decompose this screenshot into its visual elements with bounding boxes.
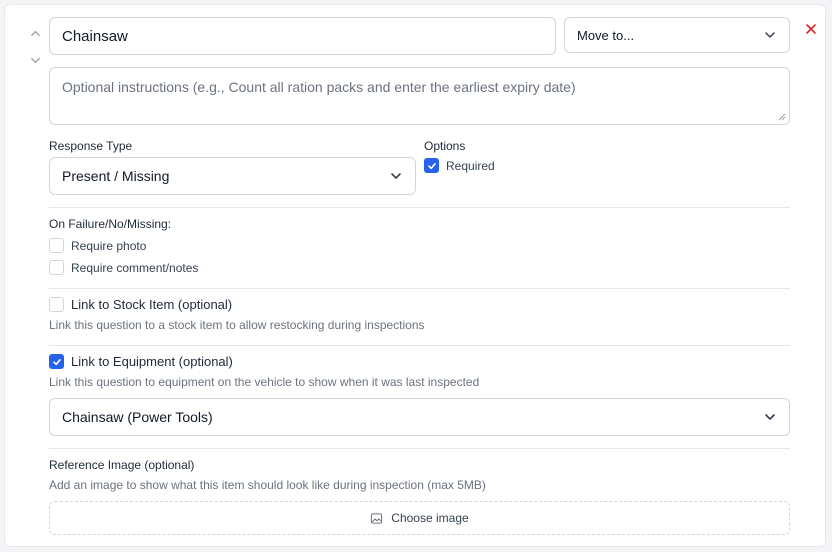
reference-image-label: Reference Image (optional) bbox=[49, 458, 195, 472]
on-failure-label: On Failure/No/Missing: bbox=[49, 217, 172, 231]
remove-question-button[interactable] bbox=[803, 21, 819, 37]
require-photo-checkbox[interactable] bbox=[49, 238, 64, 253]
question-title-input[interactable]: Chainsaw bbox=[49, 17, 556, 55]
checkmark-icon bbox=[52, 358, 61, 365]
divider bbox=[49, 345, 790, 346]
response-type-select[interactable]: Present / Missing bbox=[49, 157, 416, 195]
required-label: Required bbox=[446, 158, 495, 173]
equipment-select[interactable]: Chainsaw (Power Tools) bbox=[49, 398, 790, 436]
choose-image-button[interactable]: Choose image bbox=[49, 501, 790, 535]
require-photo-label: Require photo bbox=[71, 238, 147, 253]
require-photo-option[interactable]: Require photo bbox=[49, 238, 146, 253]
move-to-selected: Move to... bbox=[577, 27, 635, 43]
chevron-down-icon bbox=[30, 57, 40, 63]
stock-link-help: Link this question to a stock item to al… bbox=[49, 318, 425, 332]
divider bbox=[49, 207, 790, 208]
instructions-textarea[interactable]: Optional instructions (e.g., Count all r… bbox=[49, 67, 790, 125]
equipment-selected: Chainsaw (Power Tools) bbox=[62, 409, 213, 425]
move-up-button[interactable] bbox=[27, 25, 43, 41]
equipment-link-help: Link this question to equipment on the v… bbox=[49, 375, 480, 389]
close-icon bbox=[806, 24, 816, 34]
instructions-placeholder: Optional instructions (e.g., Count all r… bbox=[62, 79, 576, 95]
checkmark-icon bbox=[427, 162, 436, 169]
move-down-button[interactable] bbox=[27, 52, 43, 68]
stock-link-checkbox[interactable] bbox=[49, 297, 64, 312]
equipment-link-checkbox[interactable] bbox=[49, 354, 64, 369]
required-checkbox[interactable] bbox=[424, 158, 439, 173]
chevron-down-icon bbox=[389, 169, 403, 183]
response-type-label: Response Type bbox=[49, 139, 133, 153]
image-icon bbox=[371, 512, 383, 524]
required-option[interactable]: Required bbox=[424, 158, 495, 173]
equipment-link-label: Link to Equipment (optional) bbox=[71, 354, 233, 369]
equipment-link-option[interactable]: Link to Equipment (optional) bbox=[49, 354, 233, 369]
chevron-down-icon bbox=[763, 410, 777, 424]
choose-image-label: Choose image bbox=[391, 511, 469, 525]
require-comment-label: Require comment/notes bbox=[71, 260, 199, 275]
move-to-select[interactable]: Move to... bbox=[564, 17, 790, 53]
response-type-selected: Present / Missing bbox=[62, 168, 170, 184]
resize-handle-icon[interactable] bbox=[778, 113, 786, 121]
question-title-value: Chainsaw bbox=[62, 27, 128, 45]
reference-image-help: Add an image to show what this item shou… bbox=[49, 478, 486, 492]
stock-link-label: Link to Stock Item (optional) bbox=[71, 297, 233, 312]
options-label: Options bbox=[424, 139, 466, 153]
require-comment-option[interactable]: Require comment/notes bbox=[49, 260, 198, 275]
chevron-up-icon bbox=[30, 30, 40, 36]
chevron-down-icon bbox=[763, 28, 777, 42]
divider bbox=[49, 448, 790, 449]
divider bbox=[49, 288, 790, 289]
stock-link-option[interactable]: Link to Stock Item (optional) bbox=[49, 297, 232, 312]
require-comment-checkbox[interactable] bbox=[49, 260, 64, 275]
